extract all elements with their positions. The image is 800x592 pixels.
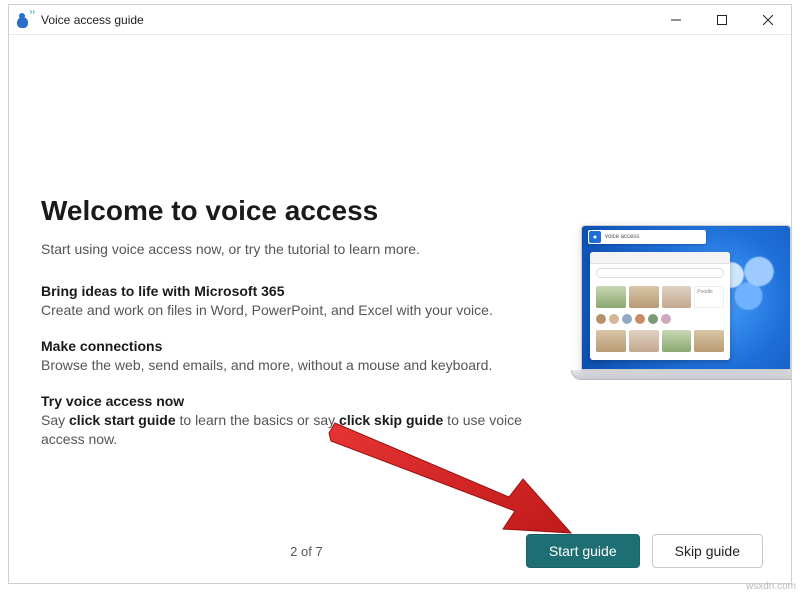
page-heading: Welcome to voice access [41, 195, 751, 227]
section-body: Say click start guide to learn the basic… [41, 411, 561, 449]
watermark: wsxdn.com [746, 581, 796, 592]
close-icon [763, 15, 773, 25]
close-button[interactable] [745, 5, 791, 34]
section-title: Bring ideas to life with Microsoft 365 [41, 283, 561, 299]
illustration-laptop: ● voice access Poodle [581, 225, 791, 395]
section-body: Create and work on files in Word, PowerP… [41, 301, 561, 320]
minimize-icon [671, 15, 681, 25]
footer: 2 of 7 Start guide Skip guide [9, 519, 791, 583]
section-body: Browse the web, send emails, and more, w… [41, 356, 561, 375]
section-connections: Make connections Browse the web, send em… [41, 338, 561, 375]
minimize-button[interactable] [653, 5, 699, 34]
illustration-browser: Poodle [590, 252, 730, 360]
titlebar: ›› Voice access guide [9, 5, 791, 35]
section-title: Try voice access now [41, 393, 561, 409]
voice-access-app-icon: ›› [17, 12, 33, 28]
section-title: Make connections [41, 338, 561, 354]
maximize-icon [717, 15, 727, 25]
section-try-now: Try voice access now Say click start gui… [41, 393, 561, 449]
skip-guide-button[interactable]: Skip guide [652, 534, 763, 568]
content-area: Welcome to voice access Start using voic… [9, 35, 791, 519]
maximize-button[interactable] [699, 5, 745, 34]
window-frame: ›› Voice access guide Welcome to voice a… [8, 4, 792, 584]
page-indicator: 2 of 7 [9, 544, 514, 559]
microphone-icon: ● [589, 231, 601, 243]
section-microsoft365: Bring ideas to life with Microsoft 365 C… [41, 283, 561, 320]
start-guide-button[interactable]: Start guide [526, 534, 640, 568]
illustration-voice-access-bar: ● voice access [588, 230, 706, 244]
window-title: Voice access guide [41, 13, 144, 27]
